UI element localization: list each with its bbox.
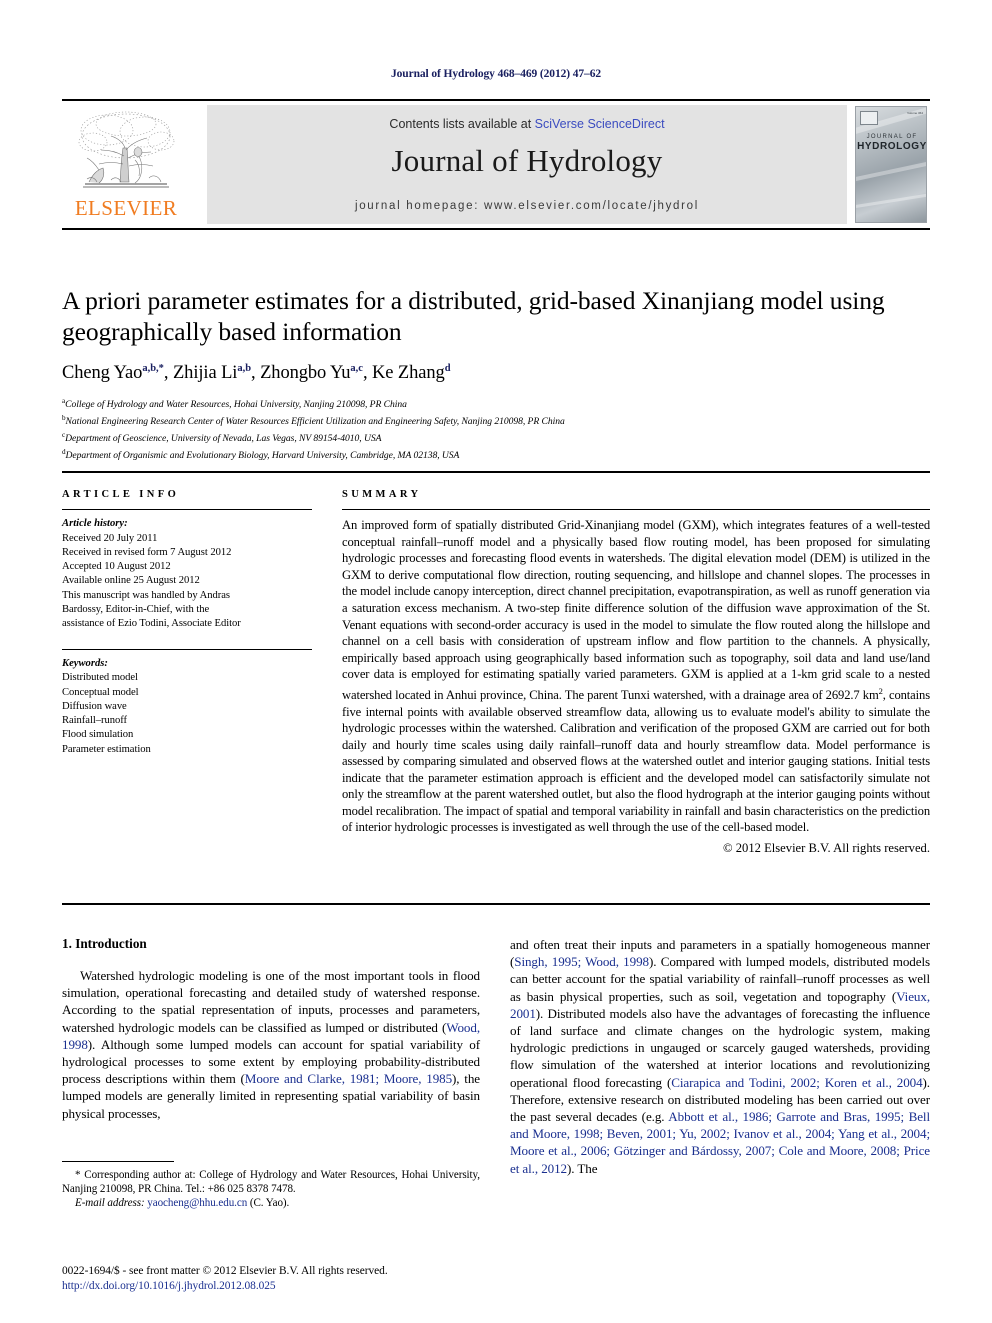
title-bottom-rule xyxy=(62,471,930,474)
author-name: Cheng Yao xyxy=(62,363,143,384)
footnote-block: * Corresponding author at: College of Hy… xyxy=(62,1168,480,1211)
summary-column: SUMMARY An improved form of spatially di… xyxy=(342,489,930,856)
elsevier-wordmark: ELSEVIER xyxy=(74,196,178,220)
doi-link[interactable]: http://dx.doi.org/10.1016/j.jhydrol.2012… xyxy=(62,1279,522,1294)
article-history-line: This manuscript was handled by Andras xyxy=(62,589,230,601)
affiliation-text: National Engineering Research Center of … xyxy=(65,416,565,428)
author-affiliation-mark: a,c xyxy=(350,363,363,374)
masthead-bottom-rule xyxy=(62,227,930,230)
cover-streak xyxy=(856,191,926,210)
footnote-separator-rule xyxy=(62,1161,174,1163)
keywords-label: Keywords: xyxy=(62,657,108,669)
affiliation-item: aCollege of Hydrology and Water Resource… xyxy=(62,395,930,412)
intro-text-segment: ). The xyxy=(566,1160,598,1176)
email-address-label: E-mail address: xyxy=(75,1197,145,1210)
affiliation-item: bNational Engineering Research Center of… xyxy=(62,412,930,429)
article-info-spacer xyxy=(62,632,312,649)
journal-cover-thumbnail: Volume 364 JOURNAL OF HYDROLOGY xyxy=(855,106,927,223)
citation-link[interactable]: Ciarapica and Todini, 2002; Koren et al.… xyxy=(671,1075,922,1090)
elsevier-tree-icon xyxy=(78,111,175,188)
author-name: Ke Zhang xyxy=(372,363,445,384)
author-affiliation-mark: d xyxy=(444,363,451,374)
summary-bottom-rule xyxy=(62,903,930,906)
cover-volume-tag: Volume 364 xyxy=(907,111,923,115)
title-block: A priori parameter estimates for a distr… xyxy=(62,285,930,463)
journal-title: Journal of Hydrology xyxy=(391,143,663,178)
citation-link[interactable]: Singh, 1995; Wood, 1998 xyxy=(514,954,649,969)
section-heading-introduction: 1. Introduction xyxy=(62,936,147,951)
intro-right-column: and often treat their inputs and paramet… xyxy=(510,936,930,1177)
abstract-part-1: An improved form of spatially distribute… xyxy=(342,518,930,702)
email-address-link[interactable]: yaocheng@hhu.edu.cn xyxy=(147,1197,247,1209)
affiliation-text: Department of Geoscience, University of … xyxy=(65,433,382,445)
journal-article-page: Journal of Hydrology 468–469 (2012) 47–6… xyxy=(0,0,992,1323)
page-title: A priori parameter estimates for a distr… xyxy=(62,286,885,346)
keyword-item: Diffusion wave xyxy=(62,700,127,712)
email-note: E-mail address: yaocheng@hhu.edu.cn (C. … xyxy=(62,1196,480,1210)
article-history-label: Article history: xyxy=(62,518,128,530)
article-history-line: Received 20 July 2011 xyxy=(62,532,158,544)
article-history-line: Received in revised form 7 August 2012 xyxy=(62,546,232,558)
keyword-item: Flood simulation xyxy=(62,729,134,741)
article-history-line: assistance of Ezio Todini, Associate Edi… xyxy=(62,618,241,630)
author-name: Zhijia Li xyxy=(172,363,238,384)
article-info-column: ARTICLE INFO Article history: Received 2… xyxy=(62,489,312,757)
author-list: Cheng Yaoa,b,*, Zhijia Lia,b, Zhongbo Yu… xyxy=(62,363,451,384)
elsevier-logo: ELSEVIER xyxy=(65,108,187,223)
citation-link[interactable]: Moore and Clarke, 1981; Moore, 1985 xyxy=(245,1071,452,1086)
sciencedirect-link[interactable]: SciVerse ScienceDirect xyxy=(535,117,665,131)
author-name: Zhongbo Yu xyxy=(260,363,351,384)
journal-masthead: ELSEVIER Contents lists available at Sci… xyxy=(62,99,930,230)
abstract-part-2: , contains five internal points with ava… xyxy=(342,687,930,835)
keywords-rule xyxy=(62,648,312,650)
cover-title-line2: HYDROLOGY xyxy=(857,141,927,152)
affiliation-item: dDepartment of Organismic and Evolutiona… xyxy=(62,446,930,463)
author-affiliation-mark: a,b,* xyxy=(142,363,164,374)
keyword-item: Rainfall–runoff xyxy=(62,715,127,727)
journal-homepage-line[interactable]: journal homepage: www.elsevier.com/locat… xyxy=(207,200,847,212)
contents-lists-line: Contents lists available at SciVerse Sci… xyxy=(207,117,847,131)
author-affiliation-mark: a,b xyxy=(237,363,252,374)
summary-rule xyxy=(342,509,930,511)
intro-left-column: 1. Introduction Watershed hydrologic mod… xyxy=(62,936,480,1122)
article-history-line: Bardossy, Editor-in-Chief, with the xyxy=(62,604,210,616)
email-author-suffix: (C. Yao). xyxy=(247,1197,290,1210)
issn-front-matter-line: 0022-1694/$ - see front matter © 2012 El… xyxy=(62,1265,388,1277)
affiliation-text: Department of Organismic and Evolutionar… xyxy=(65,450,460,462)
intro-paragraph-left: Watershed hydrologic modeling is one of … xyxy=(62,967,480,1122)
affiliation-list: aCollege of Hydrology and Water Resource… xyxy=(62,395,930,463)
running-head: Journal of Hydrology 468–469 (2012) 47–6… xyxy=(390,68,602,80)
keyword-item: Distributed model xyxy=(62,672,138,684)
cover-title-line1: JOURNAL OF xyxy=(866,134,918,140)
cover-elsevier-logo-icon xyxy=(860,111,878,125)
intro-paragraph-right: and often treat their inputs and paramet… xyxy=(510,936,930,1177)
copyright-line: © 2012 Elsevier B.V. All rights reserved… xyxy=(723,840,930,855)
cover-streak xyxy=(856,159,926,183)
article-info-heading: ARTICLE INFO xyxy=(62,489,180,500)
keyword-item: Conceptual model xyxy=(62,686,139,698)
article-history-line: Available online 25 August 2012 xyxy=(62,575,200,587)
contents-prefix-text: Contents lists available at xyxy=(389,117,535,131)
masthead-top-rule xyxy=(62,99,930,102)
corresponding-author-note: * Corresponding author at: College of Hy… xyxy=(62,1169,480,1196)
article-history-line: Accepted 10 August 2012 xyxy=(62,561,171,573)
intro-text-segment: Watershed hydrologic modeling is one of … xyxy=(62,968,480,1035)
masthead-grey-band: Contents lists available at SciVerse Sci… xyxy=(207,105,847,224)
keyword-item: Parameter estimation xyxy=(62,743,151,755)
article-info-rule xyxy=(62,509,312,511)
issn-block: 0022-1694/$ - see front matter © 2012 El… xyxy=(62,1264,522,1293)
affiliation-text: College of Hydrology and Water Resources… xyxy=(65,399,407,411)
abstract-text: An improved form of spatially distribute… xyxy=(342,517,930,836)
affiliation-item: cDepartment of Geoscience, University of… xyxy=(62,429,930,446)
summary-heading: SUMMARY xyxy=(342,489,422,500)
